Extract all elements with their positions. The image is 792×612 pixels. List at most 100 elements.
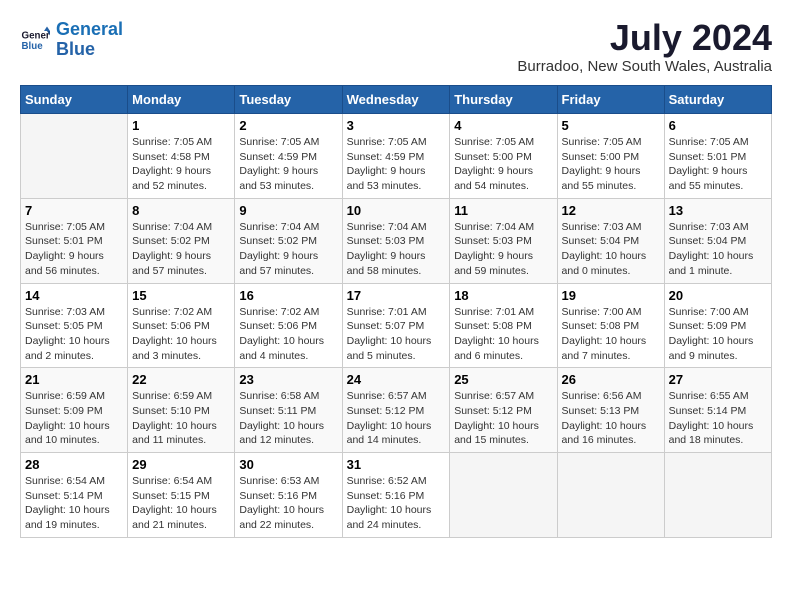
calendar-table: SundayMondayTuesdayWednesdayThursdayFrid… <box>20 85 772 538</box>
day-cell: 25 Sunrise: 6:57 AM Sunset: 5:12 PM Dayli… <box>450 368 557 453</box>
day-info: Sunrise: 7:05 AM Sunset: 5:01 PM Dayligh… <box>669 135 767 194</box>
day-cell: 28 Sunrise: 6:54 AM Sunset: 5:14 PM Dayli… <box>21 453 128 538</box>
day-cell <box>664 453 771 538</box>
day-number: 10 <box>347 203 446 218</box>
day-cell <box>557 453 664 538</box>
day-info: Sunrise: 6:59 AM Sunset: 5:10 PM Dayligh… <box>132 389 230 448</box>
month-title: July 2024 <box>517 20 772 56</box>
day-cell: 5Sunrise: 7:05 AM Sunset: 5:00 PM Daylig… <box>557 114 664 199</box>
day-number: 23 <box>239 372 337 387</box>
day-info: Sunrise: 7:05 AM Sunset: 4:59 PM Dayligh… <box>347 135 446 194</box>
day-info: Sunrise: 7:01 AM Sunset: 5:07 PM Dayligh… <box>347 305 446 364</box>
header-row: SundayMondayTuesdayWednesdayThursdayFrid… <box>21 86 772 114</box>
day-cell: 1 Sunrise: 7:05 AM Sunset: 4:58 PM Daylig… <box>128 114 235 199</box>
day-number: 14 <box>25 288 123 303</box>
day-info: Sunrise: 6:57 AM Sunset: 5:12 PM Dayligh… <box>454 389 552 448</box>
day-info: Sunrise: 7:02 AM Sunset: 5:06 PM Dayligh… <box>239 305 337 364</box>
logo: General Blue General Blue <box>20 20 123 60</box>
day-cell: 29Sunrise: 6:54 AM Sunset: 5:15 PM Dayli… <box>128 453 235 538</box>
day-cell: 19Sunrise: 7:00 AM Sunset: 5:08 PM Dayli… <box>557 283 664 368</box>
location: Burradoo, New South Wales, Australia <box>517 58 772 75</box>
day-cell: 10Sunrise: 7:04 AM Sunset: 5:03 PM Dayli… <box>342 198 450 283</box>
day-cell: 12Sunrise: 7:03 AM Sunset: 5:04 PM Dayli… <box>557 198 664 283</box>
day-info: Sunrise: 7:04 AM Sunset: 5:03 PM Dayligh… <box>454 220 552 279</box>
day-cell <box>21 114 128 199</box>
logo-text: General Blue <box>56 20 123 60</box>
day-number: 15 <box>132 288 230 303</box>
day-info: Sunrise: 6:58 AM Sunset: 5:11 PM Dayligh… <box>239 389 337 448</box>
col-header-sunday: Sunday <box>21 86 128 114</box>
day-number: 22 <box>132 372 230 387</box>
col-header-wednesday: Wednesday <box>342 86 450 114</box>
day-info: Sunrise: 7:03 AM Sunset: 5:04 PM Dayligh… <box>562 220 660 279</box>
day-cell: 3Sunrise: 7:05 AM Sunset: 4:59 PM Daylig… <box>342 114 450 199</box>
day-info: Sunrise: 6:54 AM Sunset: 5:15 PM Dayligh… <box>132 474 230 533</box>
week-row-4: 21 Sunrise: 6:59 AM Sunset: 5:09 PM Dayli… <box>21 368 772 453</box>
day-cell: 20 Sunrise: 7:00 AM Sunset: 5:09 PM Dayli… <box>664 283 771 368</box>
day-cell: 24 Sunrise: 6:57 AM Sunset: 5:12 PM Dayli… <box>342 368 450 453</box>
day-number: 21 <box>25 372 123 387</box>
day-number: 9 <box>239 203 337 218</box>
day-cell: 4Sunrise: 7:05 AM Sunset: 5:00 PM Daylig… <box>450 114 557 199</box>
day-info: Sunrise: 6:54 AM Sunset: 5:14 PM Dayligh… <box>25 474 123 533</box>
day-cell: 8Sunrise: 7:04 AM Sunset: 5:02 PM Daylig… <box>128 198 235 283</box>
day-info: Sunrise: 6:55 AM Sunset: 5:14 PM Dayligh… <box>669 389 767 448</box>
day-cell <box>450 453 557 538</box>
day-info: Sunrise: 7:05 AM Sunset: 5:01 PM Dayligh… <box>25 220 123 279</box>
day-info: Sunrise: 6:57 AM Sunset: 5:12 PM Dayligh… <box>347 389 446 448</box>
logo-general: General <box>56 19 123 39</box>
day-number: 11 <box>454 203 552 218</box>
day-cell: 21 Sunrise: 6:59 AM Sunset: 5:09 PM Dayli… <box>21 368 128 453</box>
day-cell: 13Sunrise: 7:03 AM Sunset: 5:04 PM Dayli… <box>664 198 771 283</box>
col-header-thursday: Thursday <box>450 86 557 114</box>
svg-text:General: General <box>22 30 51 41</box>
day-info: Sunrise: 7:05 AM Sunset: 5:00 PM Dayligh… <box>454 135 552 194</box>
day-cell: 31 Sunrise: 6:52 AM Sunset: 5:16 PM Dayli… <box>342 453 450 538</box>
day-number: 1 <box>132 118 230 133</box>
week-row-2: 7 Sunrise: 7:05 AM Sunset: 5:01 PM Daylig… <box>21 198 772 283</box>
col-header-saturday: Saturday <box>664 86 771 114</box>
day-cell: 23 Sunrise: 6:58 AM Sunset: 5:11 PM Dayli… <box>235 368 342 453</box>
week-row-5: 28 Sunrise: 6:54 AM Sunset: 5:14 PM Dayli… <box>21 453 772 538</box>
week-row-1: 1 Sunrise: 7:05 AM Sunset: 4:58 PM Daylig… <box>21 114 772 199</box>
day-info: Sunrise: 6:59 AM Sunset: 5:09 PM Dayligh… <box>25 389 123 448</box>
day-cell: 15Sunrise: 7:02 AM Sunset: 5:06 PM Dayli… <box>128 283 235 368</box>
day-number: 16 <box>239 288 337 303</box>
day-cell: 27Sunrise: 6:55 AM Sunset: 5:14 PM Dayli… <box>664 368 771 453</box>
day-info: Sunrise: 7:00 AM Sunset: 5:09 PM Dayligh… <box>669 305 767 364</box>
col-header-friday: Friday <box>557 86 664 114</box>
day-number: 25 <box>454 372 552 387</box>
day-number: 17 <box>347 288 446 303</box>
day-number: 24 <box>347 372 446 387</box>
day-cell: 6Sunrise: 7:05 AM Sunset: 5:01 PM Daylig… <box>664 114 771 199</box>
day-cell: 17 Sunrise: 7:01 AM Sunset: 5:07 PM Dayli… <box>342 283 450 368</box>
logo-icon: General Blue <box>20 25 50 55</box>
day-cell: 22 Sunrise: 6:59 AM Sunset: 5:10 PM Dayli… <box>128 368 235 453</box>
col-header-tuesday: Tuesday <box>235 86 342 114</box>
day-cell: 11 Sunrise: 7:04 AM Sunset: 5:03 PM Dayli… <box>450 198 557 283</box>
day-info: Sunrise: 7:05 AM Sunset: 4:58 PM Dayligh… <box>132 135 230 194</box>
day-info: Sunrise: 7:04 AM Sunset: 5:02 PM Dayligh… <box>132 220 230 279</box>
day-number: 31 <box>347 457 446 472</box>
day-info: Sunrise: 7:01 AM Sunset: 5:08 PM Dayligh… <box>454 305 552 364</box>
day-number: 5 <box>562 118 660 133</box>
day-info: Sunrise: 7:05 AM Sunset: 4:59 PM Dayligh… <box>239 135 337 194</box>
week-row-3: 14 Sunrise: 7:03 AM Sunset: 5:05 PM Dayli… <box>21 283 772 368</box>
day-number: 13 <box>669 203 767 218</box>
day-cell: 2 Sunrise: 7:05 AM Sunset: 4:59 PM Daylig… <box>235 114 342 199</box>
day-info: Sunrise: 6:52 AM Sunset: 5:16 PM Dayligh… <box>347 474 446 533</box>
day-cell: 7 Sunrise: 7:05 AM Sunset: 5:01 PM Daylig… <box>21 198 128 283</box>
day-cell: 14 Sunrise: 7:03 AM Sunset: 5:05 PM Dayli… <box>21 283 128 368</box>
day-cell: 30Sunrise: 6:53 AM Sunset: 5:16 PM Dayli… <box>235 453 342 538</box>
day-cell: 16 Sunrise: 7:02 AM Sunset: 5:06 PM Dayli… <box>235 283 342 368</box>
day-info: Sunrise: 7:04 AM Sunset: 5:02 PM Dayligh… <box>239 220 337 279</box>
day-info: Sunrise: 7:03 AM Sunset: 5:05 PM Dayligh… <box>25 305 123 364</box>
day-number: 28 <box>25 457 123 472</box>
day-cell: 18 Sunrise: 7:01 AM Sunset: 5:08 PM Dayli… <box>450 283 557 368</box>
day-number: 2 <box>239 118 337 133</box>
day-number: 18 <box>454 288 552 303</box>
page-header: General Blue General Blue July 2024 Burr… <box>20 20 772 75</box>
day-number: 7 <box>25 203 123 218</box>
col-header-monday: Monday <box>128 86 235 114</box>
day-number: 20 <box>669 288 767 303</box>
